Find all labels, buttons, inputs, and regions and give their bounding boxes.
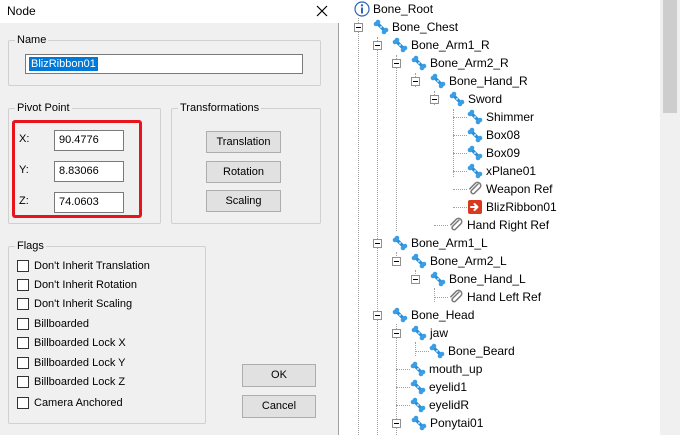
bone-icon [392,307,408,323]
translation-button[interactable]: Translation [206,131,281,153]
dialog-title: Node [7,4,36,18]
paperclip-icon [448,217,464,233]
pivot-point-label: Pivot Point [15,101,72,115]
bone-icon [410,397,426,413]
expander-icon[interactable] [354,23,363,32]
bone-icon [467,145,483,161]
bone-icon [467,163,483,179]
paperclip-icon [467,181,483,197]
cancel-button[interactable]: Cancel [242,395,316,418]
node-dialog: Node Name BlizRibbon01 Pivot Point X: 90… [0,0,339,435]
bone-icon [430,73,446,89]
expander-icon[interactable] [373,311,382,320]
expander-icon[interactable] [411,77,420,86]
title-bar: Node [0,0,339,23]
scaling-button[interactable]: Scaling [206,190,281,212]
paperclip-icon [448,289,464,305]
billboarded-lock-y-checkbox[interactable] [17,357,29,369]
bone-icon [430,271,446,287]
dont-inherit-scaling-label: Don't Inherit Scaling [34,298,133,310]
bone-icon [467,109,483,125]
camera-anchored-checkbox[interactable] [17,397,29,409]
y-label: Y: [19,164,29,176]
billboarded-lock-z-checkbox[interactable] [17,376,29,388]
pivot-z-input[interactable]: 74.0603 [54,192,124,213]
bone-icon [467,127,483,143]
bone-icon [373,19,389,35]
tree-scrollbar-thumb[interactable] [663,0,677,113]
pivot-x-input[interactable]: 90.4776 [54,130,124,151]
billboarded-lock-y-label: Billboarded Lock Y [34,357,126,369]
ribbon-emitter-icon [467,199,483,215]
expander-icon[interactable] [392,329,401,338]
rotation-button[interactable]: Rotation [206,161,281,183]
billboarded-lock-x-checkbox[interactable] [17,337,29,349]
expander-icon[interactable] [392,419,401,428]
bone-icon [411,55,427,71]
bone-icon [392,37,408,53]
dont-inherit-rotation-label: Don't Inherit Rotation [34,279,137,291]
name-group-label: Name [15,33,49,47]
bone-icon [411,253,427,269]
transformations-label: Transformations [178,101,262,115]
expander-icon[interactable] [411,275,420,284]
bone-icon [429,343,445,359]
bone-icon [411,325,427,341]
bone-icon [410,361,426,377]
dont-inherit-scaling-checkbox[interactable] [17,298,29,310]
dont-inherit-rotation-checkbox[interactable] [17,279,29,291]
bone-icon [449,91,465,107]
billboarded-label: Billboarded [34,318,90,330]
x-label: X: [19,133,30,145]
expander-icon[interactable] [373,239,382,248]
name-input-value: BlizRibbon01 [29,57,98,71]
pivot-y-input[interactable]: 8.83066 [54,161,124,182]
name-input[interactable]: BlizRibbon01 [25,54,303,74]
expander-icon[interactable] [392,59,401,68]
camera-anchored-label: Camera Anchored [34,397,123,409]
bone-icon [392,235,408,251]
expander-icon[interactable] [373,41,382,50]
billboarded-checkbox[interactable] [17,318,29,330]
expander-icon[interactable] [430,95,439,104]
expander-icon[interactable] [392,257,401,266]
close-icon[interactable] [314,3,330,19]
ok-button[interactable]: OK [242,364,316,387]
dont-inherit-translation-checkbox[interactable] [17,260,29,272]
node-tree: Bone_Root Bone_Chest Bone_Arm1_R Bone_Ar… [340,0,660,435]
bone-icon [410,379,426,395]
billboarded-lock-x-label: Billboarded Lock X [34,337,126,349]
billboarded-lock-z-label: Billboarded Lock Z [34,376,126,388]
z-label: Z: [19,195,29,207]
flags-label: Flags [15,239,46,253]
dont-inherit-translation-label: Don't Inherit Translation [34,260,150,272]
bone-icon [411,415,427,431]
info-icon [354,1,370,17]
